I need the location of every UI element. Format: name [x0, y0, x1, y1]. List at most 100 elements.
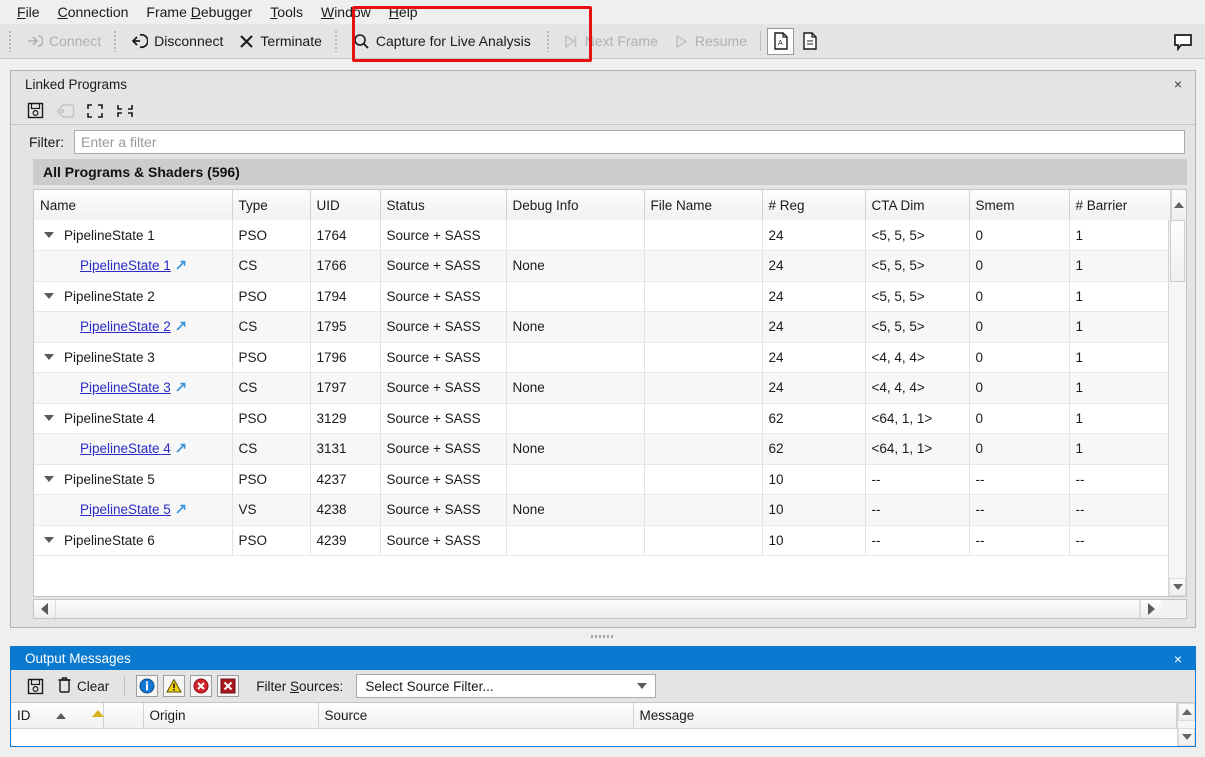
toolbar-grip[interactable]: [7, 30, 14, 52]
table-row[interactable]: PipelineState 2CS1795Source + SASSNone24…: [34, 312, 1168, 343]
cell-name[interactable]: PipelineState 3: [34, 342, 232, 373]
table-vertical-scrollbar[interactable]: [1168, 220, 1186, 596]
table-row[interactable]: PipelineState 3CS1797Source + SASSNone24…: [34, 373, 1168, 404]
tag-icon[interactable]: [53, 100, 77, 122]
shader-link[interactable]: PipelineState 3: [80, 380, 171, 395]
out-col-header-message[interactable]: Message: [633, 703, 1177, 728]
table-row[interactable]: PipelineState 5VS4238Source + SASSNone10…: [34, 495, 1168, 526]
col-header-barrier[interactable]: # Barrier: [1069, 190, 1170, 220]
shader-link[interactable]: PipelineState 2: [80, 319, 171, 334]
col-header-uid[interactable]: UID: [310, 190, 380, 220]
col-header-smem[interactable]: Smem: [969, 190, 1069, 220]
disconnect-button[interactable]: Disconnect: [122, 28, 231, 55]
out-col-header-source[interactable]: Source: [318, 703, 633, 728]
cell-name[interactable]: PipelineState 4: [34, 403, 232, 434]
collapse-all-icon[interactable]: [113, 100, 137, 122]
table-row[interactable]: PipelineState 5PSO4237Source + SASS10---…: [34, 464, 1168, 495]
expand-all-icon[interactable]: [83, 100, 107, 122]
vscroll-thumb[interactable]: [1170, 220, 1185, 282]
resume-button[interactable]: Resume: [666, 28, 755, 55]
menu-item-connection[interactable]: Connection: [49, 2, 138, 22]
close-icon[interactable]: ×: [1167, 74, 1189, 94]
toolbar-grip-2[interactable]: [112, 30, 119, 52]
col-header-file-name[interactable]: File Name: [644, 190, 762, 220]
out-vscroll-down-button[interactable]: [1178, 728, 1195, 746]
out-vscroll-up-button[interactable]: [1178, 703, 1195, 721]
col-header-debug-info[interactable]: Debug Info: [506, 190, 644, 220]
save-icon[interactable]: [23, 100, 47, 122]
external-link-icon[interactable]: [176, 380, 186, 395]
connect-button[interactable]: Connect: [17, 28, 109, 55]
cell-name[interactable]: PipelineState 2: [34, 312, 232, 343]
table-row[interactable]: PipelineState 4PSO3129Source + SASS62<64…: [34, 403, 1168, 434]
shader-link[interactable]: PipelineState 4: [80, 441, 171, 456]
output-vertical-scrollbar[interactable]: [1177, 703, 1195, 746]
external-link-icon[interactable]: [176, 258, 186, 273]
cell-name[interactable]: PipelineState 5: [34, 464, 232, 495]
vscroll-track[interactable]: [1169, 282, 1186, 578]
menu-item-frame-debugger[interactable]: Frame Debugger: [137, 2, 261, 22]
shader-link[interactable]: PipelineState 5: [80, 502, 171, 517]
col-header-name[interactable]: Name: [34, 190, 232, 220]
menu-item-file[interactable]: FFileile: [8, 2, 49, 22]
save-icon[interactable]: [23, 674, 48, 698]
hscroll-right-button[interactable]: [1140, 600, 1162, 618]
cell-name[interactable]: PipelineState 1: [34, 220, 232, 251]
out-col-header-origin[interactable]: Origin: [143, 703, 318, 728]
out-col-header-id[interactable]: ID: [11, 703, 103, 728]
cell-name[interactable]: PipelineState 6: [34, 525, 232, 556]
table-row[interactable]: PipelineState 6PSO4239Source + SASS10---…: [34, 525, 1168, 556]
shader-link[interactable]: PipelineState 1: [80, 258, 171, 273]
table-horizontal-scrollbar[interactable]: [33, 599, 1187, 619]
expand-collapse-triangle-icon[interactable]: [44, 415, 54, 421]
document-b-icon[interactable]: [796, 28, 823, 55]
error-filter-icon[interactable]: [217, 675, 239, 697]
external-link-icon[interactable]: [176, 319, 186, 334]
col-header-status[interactable]: Status: [380, 190, 506, 220]
hscroll-thumb[interactable]: [56, 600, 1140, 618]
external-link-icon[interactable]: [176, 441, 186, 456]
clear-button[interactable]: Clear: [53, 674, 113, 698]
error-icon[interactable]: [190, 675, 212, 697]
menu-item-tools[interactable]: Tools: [261, 2, 312, 22]
close-icon[interactable]: ×: [1167, 649, 1189, 668]
filter-sources-combobox[interactable]: Select Source Filter...: [356, 674, 656, 698]
expand-collapse-triangle-icon[interactable]: [44, 293, 54, 299]
cell-name[interactable]: PipelineState 5: [34, 495, 232, 526]
warning-icon[interactable]: [163, 675, 185, 697]
menu-item-help[interactable]: Help: [380, 2, 427, 22]
table-row[interactable]: PipelineState 4CS3131Source + SASSNone62…: [34, 434, 1168, 465]
external-link-icon[interactable]: [176, 502, 186, 517]
out-col-header-spacer[interactable]: [103, 703, 143, 728]
col-header-type[interactable]: Type: [232, 190, 310, 220]
out-vscroll-track[interactable]: [1178, 721, 1195, 728]
terminate-button[interactable]: Terminate: [231, 28, 329, 55]
col-header-reg[interactable]: # Reg: [762, 190, 865, 220]
filter-input[interactable]: [74, 130, 1185, 154]
info-icon[interactable]: [136, 675, 158, 697]
capture-for-live-analysis-button[interactable]: Capture for Live Analysis: [345, 28, 539, 55]
vscroll-down-button[interactable]: [1169, 578, 1186, 596]
cell-name[interactable]: PipelineState 3: [34, 373, 232, 404]
table-row[interactable]: PipelineState 1CS1766Source + SASSNone24…: [34, 251, 1168, 282]
cell-name[interactable]: PipelineState 4: [34, 434, 232, 465]
table-row[interactable]: PipelineState 1PSO1764Source + SASS24<5,…: [34, 220, 1168, 251]
table-vscroll-up-button[interactable]: [1171, 190, 1187, 220]
expand-collapse-triangle-icon[interactable]: [44, 354, 54, 360]
expand-collapse-triangle-icon[interactable]: [44, 537, 54, 543]
table-row[interactable]: PipelineState 3PSO1796Source + SASS24<4,…: [34, 342, 1168, 373]
table-row[interactable]: PipelineState 2PSO1794Source + SASS24<5,…: [34, 281, 1168, 312]
col-header-cta-dim[interactable]: CTA Dim: [865, 190, 969, 220]
menu-item-window[interactable]: Window: [312, 2, 380, 22]
document-a-icon[interactable]: A: [767, 28, 794, 55]
comment-bubble-icon[interactable]: [1169, 28, 1197, 55]
hscroll-left-button[interactable]: [34, 600, 56, 618]
all-programs-group-header[interactable]: All Programs & Shaders (596): [33, 159, 1187, 185]
expand-collapse-triangle-icon[interactable]: [44, 232, 54, 238]
expand-collapse-triangle-icon[interactable]: [44, 476, 54, 482]
next-frame-button[interactable]: Next Frame: [555, 28, 666, 55]
toolbar-grip-3[interactable]: [333, 30, 340, 52]
toolbar-grip-4[interactable]: [545, 30, 552, 52]
cell-name[interactable]: PipelineState 2: [34, 281, 232, 312]
cell-name[interactable]: PipelineState 1: [34, 251, 232, 282]
